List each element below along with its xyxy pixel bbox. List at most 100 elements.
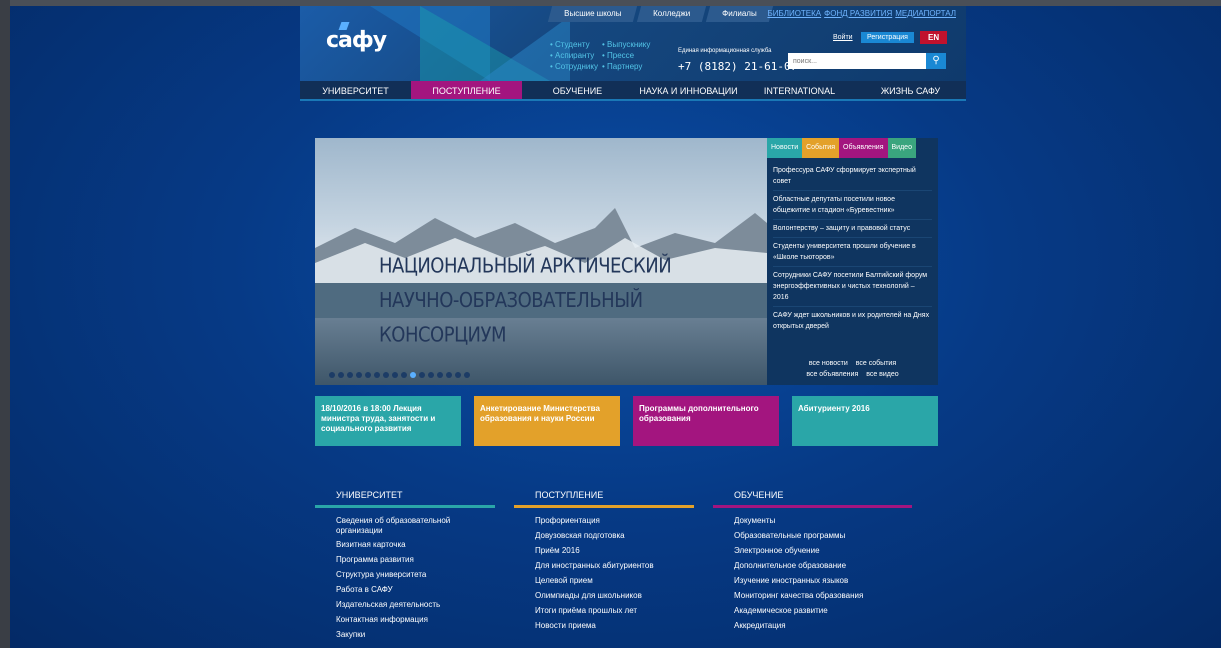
footer-col-title[interactable]: ОБУЧЕНИЕ: [713, 490, 912, 508]
footer-link[interactable]: Для иностранных абитуриентов: [535, 561, 694, 571]
news-tabs: Новости События Объявления Видео: [767, 138, 938, 158]
footer-col-education: ОБУЧЕНИЕ Документы Образовательные прогр…: [713, 490, 912, 636]
all-video-link[interactable]: все видео: [866, 371, 898, 378]
footer-col-admission: ПОСТУПЛЕНИЕ Профориентация Довузовская п…: [514, 490, 694, 636]
audience-link[interactable]: • Прессе: [602, 51, 660, 60]
language-en-button[interactable]: EN: [920, 31, 948, 44]
tab-events[interactable]: События: [802, 138, 840, 158]
slider-dot[interactable]: [365, 372, 371, 378]
slider-dot[interactable]: [446, 372, 452, 378]
main-nav: УНИВЕРСИТЕТ ПОСТУПЛЕНИЕ ОБУЧЕНИЕ НАУКА И…: [300, 81, 966, 101]
slider-dot[interactable]: [437, 372, 443, 378]
footer-link[interactable]: Закупки: [336, 630, 495, 640]
footer-link[interactable]: Итоги приёма прошлых лет: [535, 606, 694, 616]
news-item[interactable]: Областные депутаты посетили новое общежи…: [773, 191, 932, 220]
footer-col-title[interactable]: УНИВЕРСИТЕТ: [315, 490, 495, 508]
footer-link[interactable]: Структура университета: [336, 570, 495, 580]
site-logo[interactable]: caфy: [326, 28, 387, 53]
fund-link[interactable]: ФОНД РАЗВИТИЯ: [824, 9, 892, 18]
slider-dot[interactable]: [419, 372, 425, 378]
tab-announcements[interactable]: Объявления: [839, 138, 888, 158]
slider-dot[interactable]: [455, 372, 461, 378]
slider-dot[interactable]: [383, 372, 389, 378]
audience-links: • Студенту • Выпускнику • Аспиранту • Пр…: [550, 40, 660, 71]
slider-dot[interactable]: [374, 372, 380, 378]
promo-tile-survey[interactable]: Анкетирование Министерства образования и…: [474, 396, 620, 446]
audience-link[interactable]: • Студенту: [550, 40, 602, 49]
top-tab-schools[interactable]: Высшие школы: [547, 6, 638, 22]
browser-left-strip: [0, 0, 10, 648]
footer-link[interactable]: Контактная информация: [336, 615, 495, 625]
slider-dot[interactable]: [428, 372, 434, 378]
footer-col-title[interactable]: ПОСТУПЛЕНИЕ: [514, 490, 694, 508]
footer-col-university: УНИВЕРСИТЕТ Сведения об образовательной …: [315, 490, 495, 645]
audience-link[interactable]: • Аспиранту: [550, 51, 602, 60]
slider-dots: [329, 372, 470, 378]
login-link[interactable]: Войти: [833, 34, 853, 41]
all-news-link[interactable]: все новости: [809, 360, 848, 367]
slider-dot[interactable]: [464, 372, 470, 378]
news-item[interactable]: Студенты университета прошли обучение в …: [773, 238, 932, 267]
register-button[interactable]: Регистрация: [861, 32, 914, 43]
promo-tile-lecture[interactable]: 18/10/2016 в 18:00 Лекция министра труда…: [315, 396, 461, 446]
top-tab-colleges[interactable]: Колледжи: [637, 6, 707, 22]
slider-dot[interactable]: [329, 372, 335, 378]
nav-international[interactable]: INTERNATIONAL: [744, 81, 855, 99]
news-footer: все новости все события все объявления в…: [767, 358, 938, 380]
audience-link[interactable]: • Партнеру: [602, 62, 660, 71]
nav-admission[interactable]: ПОСТУПЛЕНИЕ: [411, 81, 522, 99]
footer-link[interactable]: Профориентация: [535, 516, 694, 526]
footer-link[interactable]: Академическое развитие: [734, 606, 912, 616]
top-tab-branches[interactable]: Филиалы: [706, 6, 774, 22]
footer-link[interactable]: Мониторинг качества образования: [734, 591, 912, 601]
mediaportal-link[interactable]: МЕДИАПОРТАЛ: [895, 9, 956, 18]
search-input[interactable]: [788, 53, 926, 69]
footer-link[interactable]: Олимпиады для школьников: [535, 591, 694, 601]
promo-tile-programs[interactable]: Программы дополнительного образования: [633, 396, 779, 446]
slider-dot[interactable]: [392, 372, 398, 378]
audience-link[interactable]: • Выпускнику: [602, 40, 660, 49]
slider-dot[interactable]: [347, 372, 353, 378]
tab-news[interactable]: Новости: [767, 138, 803, 158]
news-item[interactable]: Сотрудники САФУ посетили Балтийский фору…: [773, 267, 932, 307]
news-list: Профессура САФУ сформирует экспертный со…: [767, 158, 938, 339]
nav-education[interactable]: ОБУЧЕНИЕ: [522, 81, 633, 99]
slide-title: НАЦИОНАЛЬНЫЙ АРКТИЧЕСКИЙ НАУЧНО-ОБРАЗОВА…: [379, 253, 672, 347]
news-item[interactable]: Волонтерству – защиту и правовой статус: [773, 220, 932, 238]
footer-link[interactable]: Новости приема: [535, 621, 694, 631]
footer-link[interactable]: Целевой прием: [535, 576, 694, 586]
news-item[interactable]: Профессура САФУ сформирует экспертный со…: [773, 162, 932, 191]
footer-link[interactable]: Приём 2016: [535, 546, 694, 556]
nav-life[interactable]: ЖИЗНЬ САФУ: [855, 81, 966, 99]
hero-slider[interactable]: НАЦИОНАЛЬНЫЙ АРКТИЧЕСКИЙ НАУЧНО-ОБРАЗОВА…: [315, 138, 767, 385]
audience-link[interactable]: • Сотруднику: [550, 62, 602, 71]
nav-science[interactable]: НАУКА И ИННОВАЦИИ: [633, 81, 744, 99]
footer-link[interactable]: Довузовская подготовка: [535, 531, 694, 541]
site-header: caфy Высшие школы Колледжи Филиалы БИБЛИ…: [300, 6, 966, 81]
promo-tile-applicant[interactable]: Абитуриенту 2016: [792, 396, 938, 446]
footer-link[interactable]: Программа развития: [336, 555, 495, 565]
footer-link[interactable]: Издательская деятельность: [336, 600, 495, 610]
all-events-link[interactable]: все события: [856, 360, 896, 367]
news-item[interactable]: САФУ ждет школьников и их родителей на Д…: [773, 307, 932, 335]
top-links: БИБЛИОТЕКА ФОНД РАЗВИТИЯ МЕДИАПОРТАЛ: [767, 9, 956, 18]
footer-link[interactable]: Дополнительное образование: [734, 561, 912, 571]
footer-link[interactable]: Образовательные программы: [734, 531, 912, 541]
footer-link[interactable]: Электронное обучение: [734, 546, 912, 556]
footer-link[interactable]: Визитная карточка: [336, 540, 495, 550]
tab-video[interactable]: Видео: [887, 138, 916, 158]
footer-link[interactable]: Работа в САФУ: [336, 585, 495, 595]
slider-dot[interactable]: [356, 372, 362, 378]
footer-link[interactable]: Аккредитация: [734, 621, 912, 631]
slider-dot[interactable]: [401, 372, 407, 378]
footer-link[interactable]: Сведения об образовательной организации: [336, 516, 495, 536]
slider-dot[interactable]: [338, 372, 344, 378]
slider-dot[interactable]: [410, 372, 416, 378]
search-icon[interactable]: ⚲: [926, 53, 946, 69]
library-link[interactable]: БИБЛИОТЕКА: [767, 9, 821, 18]
top-tabs: Высшие школы Колледжи Филиалы: [547, 6, 775, 22]
all-announcements-link[interactable]: все объявления: [806, 371, 858, 378]
footer-link[interactable]: Изучение иностранных языков: [734, 576, 912, 586]
nav-university[interactable]: УНИВЕРСИТЕТ: [300, 81, 411, 99]
footer-link[interactable]: Документы: [734, 516, 912, 526]
